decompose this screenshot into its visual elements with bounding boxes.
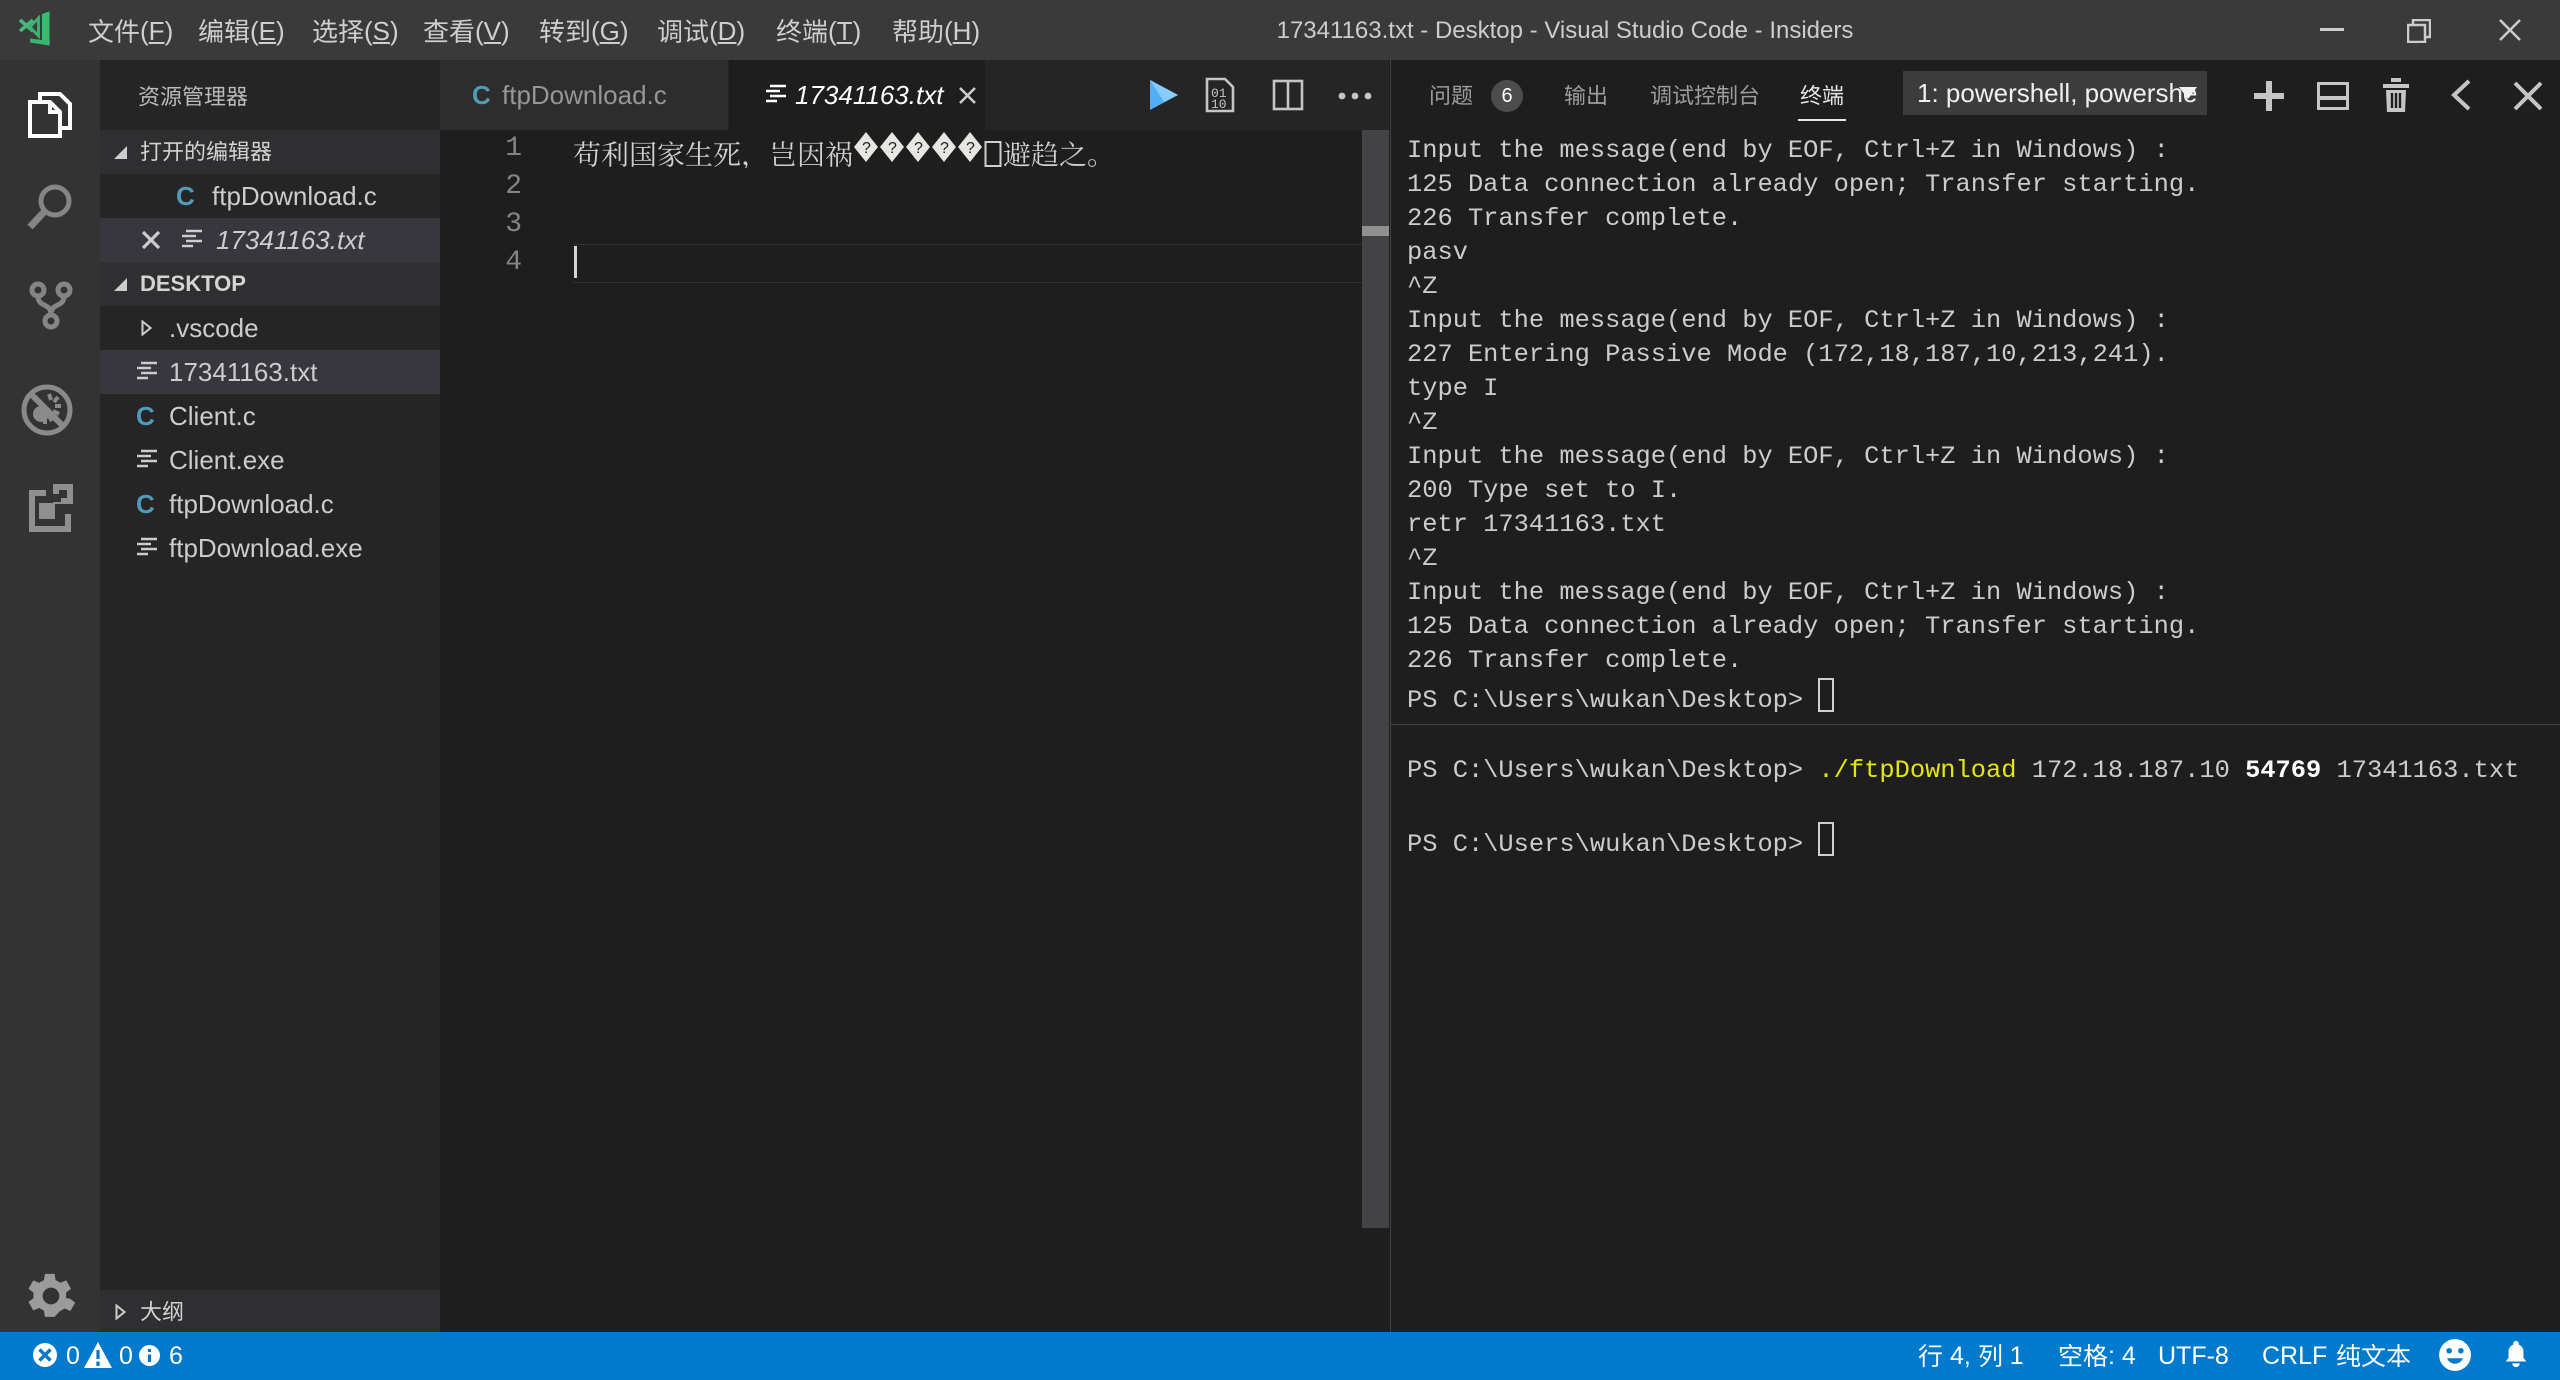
svg-text:10: 10	[1211, 97, 1227, 112]
svg-text:?: ?	[940, 140, 949, 157]
svg-text:?: ?	[966, 140, 975, 157]
svg-text:?: ?	[862, 140, 871, 157]
svg-text:?: ?	[914, 140, 923, 157]
svg-text:?: ?	[888, 140, 897, 157]
